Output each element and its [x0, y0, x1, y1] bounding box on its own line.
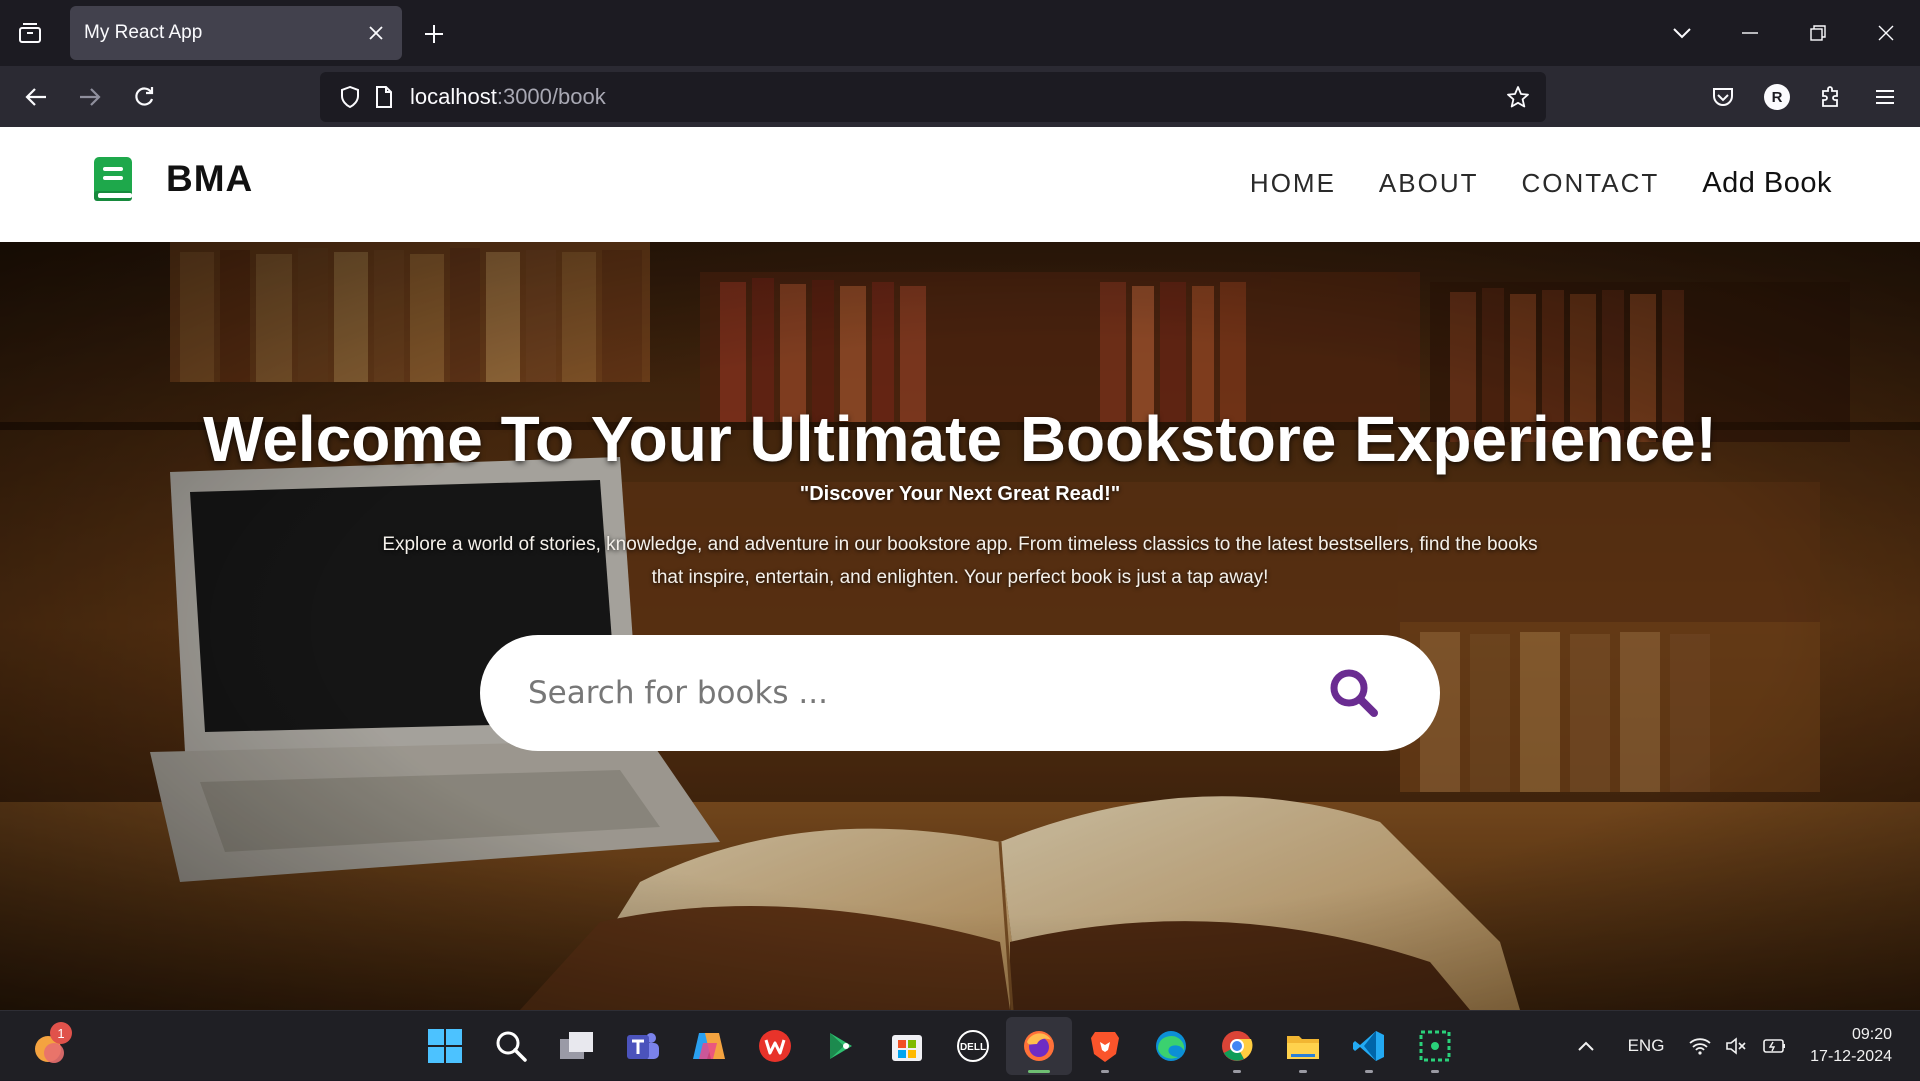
page-info-icon[interactable]: [372, 85, 396, 109]
snipping-tool-icon[interactable]: [1402, 1017, 1468, 1075]
clock-time: 09:20: [1851, 1026, 1892, 1043]
widget-notification-badge: 1: [50, 1022, 72, 1044]
tab-title: My React App: [84, 22, 203, 43]
tracking-protection-shield-icon[interactable]: [338, 85, 362, 109]
back-icon[interactable]: [17, 78, 55, 116]
nav-about-link[interactable]: ABOUT: [1379, 168, 1479, 199]
pocket-icon[interactable]: [1696, 72, 1750, 122]
chrome-icon[interactable]: [1204, 1017, 1270, 1075]
hero-subtitle: "Discover Your Next Great Read!": [799, 483, 1121, 505]
brave-icon[interactable]: [1072, 1017, 1138, 1075]
wps-icon[interactable]: [742, 1017, 808, 1075]
windows-start-icon[interactable]: [412, 1017, 478, 1075]
tab-overflow-chevron-icon[interactable]: [1648, 0, 1716, 66]
account-avatar[interactable]: R: [1750, 72, 1804, 122]
running-indicator: [1028, 1070, 1050, 1073]
hero-title: Welcome To Your Ultimate Bookstore Exper…: [203, 403, 1717, 475]
minimize-icon[interactable]: [1716, 0, 1784, 66]
url-host: localhost: [410, 84, 497, 109]
hero-content: Welcome To Your Ultimate Bookstore Exper…: [0, 242, 1920, 1010]
volume-muted-icon: [1726, 1037, 1746, 1055]
close-window-icon[interactable]: [1852, 0, 1920, 66]
running-indicator: [1365, 1070, 1373, 1073]
avatar-initial: R: [1764, 84, 1790, 110]
taskbar-apps: DELL: [412, 1017, 1468, 1075]
show-hidden-icons-chevron-icon[interactable]: [1558, 1011, 1614, 1081]
brand[interactable]: BMA: [92, 155, 253, 203]
svg-text:DELL: DELL: [960, 1042, 986, 1053]
nav-add-book-link[interactable]: Add Book: [1702, 167, 1832, 200]
brand-name: BMA: [166, 158, 254, 199]
search-submit-icon[interactable]: [1326, 665, 1382, 721]
reload-icon[interactable]: [125, 78, 163, 116]
restore-icon[interactable]: [1784, 0, 1852, 66]
browser-toolbar: localhost:3000/book R: [0, 66, 1920, 127]
nav-home-link[interactable]: HOME: [1250, 168, 1336, 199]
list-all-tabs-icon[interactable]: [12, 18, 48, 48]
forward-icon[interactable]: [71, 78, 109, 116]
search-icon[interactable]: [478, 1017, 544, 1075]
browser-tab-bar: My React App: [0, 0, 1920, 66]
web-page: BMA HOME ABOUT CONTACT Add Book Welcome …: [0, 127, 1920, 1010]
url-text[interactable]: localhost:3000/book: [410, 84, 1504, 110]
main-nav: HOME ABOUT CONTACT Add Book: [1207, 167, 1832, 200]
microsoft-store-icon[interactable]: [874, 1017, 940, 1075]
quick-settings[interactable]: [1678, 1011, 1790, 1081]
address-bar[interactable]: localhost:3000/book: [320, 72, 1546, 122]
vscode-icon[interactable]: [1336, 1017, 1402, 1075]
input-language-indicator[interactable]: ENG: [1614, 1011, 1678, 1081]
hero-description: Explore a world of stories, knowledge, a…: [382, 534, 1538, 588]
running-indicator: [1431, 1070, 1439, 1073]
nav-contact-link[interactable]: CONTACT: [1522, 168, 1660, 199]
running-indicator: [1233, 1070, 1241, 1073]
edge-icon[interactable]: [1138, 1017, 1204, 1075]
teams-icon[interactable]: [610, 1017, 676, 1075]
clock[interactable]: 09:20 17-12-2024: [1790, 1011, 1920, 1081]
clock-date: 17-12-2024: [1810, 1048, 1892, 1065]
system-tray: ENG 09:20 17-12-2024: [1558, 1011, 1920, 1081]
file-explorer-icon[interactable]: [1270, 1017, 1336, 1075]
book-search-bar: [480, 635, 1440, 751]
extensions-icon[interactable]: [1804, 72, 1858, 122]
battery-charging-icon: [1763, 1039, 1785, 1053]
new-tab-icon[interactable]: [418, 18, 450, 50]
running-indicator: [1299, 1070, 1307, 1073]
site-header: BMA HOME ABOUT CONTACT Add Book: [0, 127, 1920, 242]
url-path: :3000/book: [496, 84, 606, 109]
running-indicator: [1101, 1070, 1109, 1073]
google-play-games-icon[interactable]: [808, 1017, 874, 1075]
bookmark-star-icon[interactable]: [1504, 83, 1532, 111]
menu-hamburger-icon[interactable]: [1858, 72, 1912, 122]
book-search-input[interactable]: [528, 675, 1326, 711]
close-tab-icon[interactable]: [364, 21, 388, 45]
hero-section: Welcome To Your Ultimate Bookstore Exper…: [0, 242, 1920, 1010]
windows-taskbar: 1 DELL ENG 09:20 17-12-2024: [0, 1010, 1920, 1080]
wifi-icon: [1689, 1038, 1711, 1055]
dell-icon[interactable]: DELL: [940, 1017, 1006, 1075]
firefox-icon[interactable]: [1006, 1017, 1072, 1075]
browser-tab[interactable]: My React App: [70, 6, 402, 60]
copilot-icon[interactable]: [676, 1017, 742, 1075]
book-logo-icon: [94, 157, 132, 201]
task-view-icon[interactable]: [544, 1017, 610, 1075]
